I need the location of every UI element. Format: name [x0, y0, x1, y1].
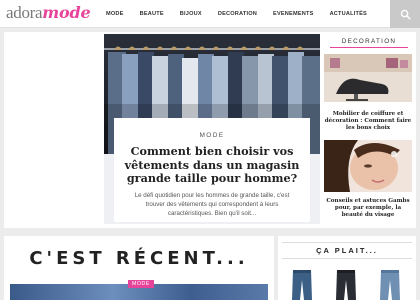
recent-section: C'EST RÉCENT... MODE	[4, 236, 274, 300]
hero-caption-card: MODE Comment bien choisir vos vêtements …	[114, 118, 310, 222]
jeans-product-image-2[interactable]	[334, 270, 358, 300]
hero-category-tag[interactable]: MODE	[199, 132, 224, 139]
sidebar-category-tag[interactable]: DECORATION	[322, 38, 416, 48]
jeans-product-image-3[interactable]	[378, 270, 402, 300]
hero-excerpt: Le défi quotidien pour les hommes de gra…	[134, 191, 290, 218]
recent-category-tag[interactable]: MODE	[128, 280, 154, 288]
main-nav: MODE BEAUTE BIJOUX DECORATION EVENEMENTS…	[106, 0, 383, 28]
nav-item-evenements[interactable]: EVENEMENTS	[273, 11, 314, 17]
logo-text-accent: mode	[42, 3, 91, 22]
nav-item-beaute[interactable]: BEAUTE	[140, 11, 164, 17]
hero-article[interactable]: MODE Comment bien choisir vos vêtements …	[104, 34, 320, 224]
featured-blank-area	[4, 32, 102, 228]
face-beauty-image[interactable]	[324, 140, 412, 192]
site-logo[interactable]: adora mode	[6, 3, 91, 23]
sidebar-article-1-title[interactable]: Mobilier de coiffure et décoration : Com…	[324, 111, 412, 133]
search-button[interactable]	[390, 0, 420, 28]
salon-chair-image[interactable]	[324, 54, 412, 102]
nav-item-mode[interactable]: MODE	[106, 11, 124, 17]
nav-item-actualites[interactable]: ACTUALITÉS	[330, 11, 367, 17]
sidebar-article-2-title[interactable]: Conseils et astuces Gambs pour, par exem…	[324, 198, 412, 220]
jeans-product-image-1[interactable]	[290, 270, 314, 300]
popular-section-title: ÇA PLAIT...	[278, 242, 416, 259]
recent-section-title: C'EST RÉCENT...	[29, 248, 249, 269]
hero-title[interactable]: Comment bien choisir vos vêtements dans …	[122, 144, 302, 186]
featured-section: MODE Comment bien choisir vos vêtements …	[4, 32, 416, 228]
search-icon	[400, 9, 411, 20]
logo-text-main: adora	[6, 3, 43, 22]
site-header: adora mode MODE BEAUTE BIJOUX DECORATION…	[0, 0, 420, 28]
nav-item-bijoux[interactable]: BIJOUX	[180, 11, 202, 17]
popular-section: ÇA PLAIT...	[278, 236, 416, 300]
nav-item-decoration[interactable]: DECORATION	[218, 11, 257, 17]
sidebar-decoration: DECORATION Mobilier de coiffure et décor…	[322, 32, 416, 228]
